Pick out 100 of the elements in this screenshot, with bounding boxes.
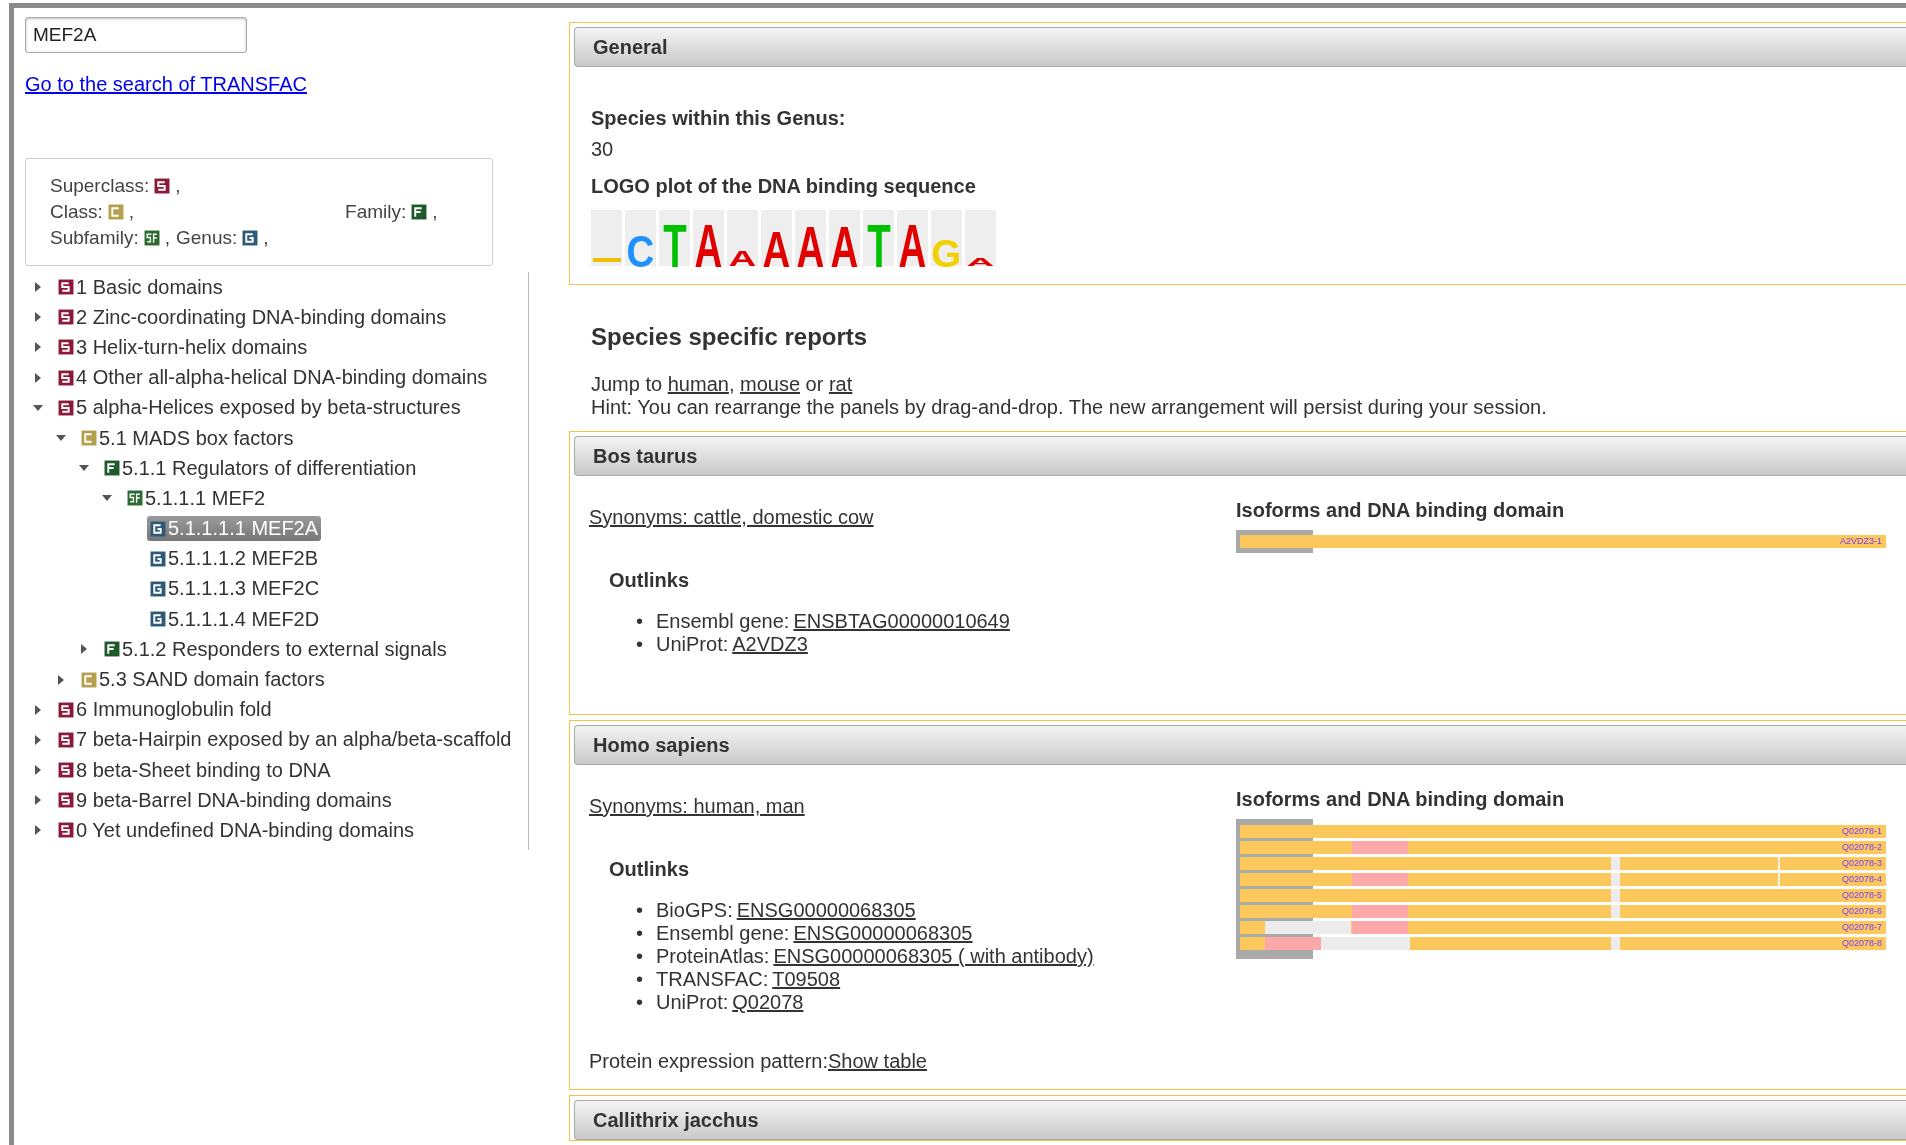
bullet: •	[636, 610, 644, 633]
legend-separator: ,	[128, 200, 135, 224]
genus-icon	[150, 550, 166, 567]
bullet: •	[636, 991, 644, 1014]
expand-toggle-icon[interactable]	[79, 644, 89, 655]
expand-toggle-icon[interactable]	[33, 765, 43, 776]
legend-separator: ,	[263, 226, 269, 250]
species-link[interactable]: rat	[828, 373, 853, 395]
hint-text: Hint: You can rearrange the panels by drag-and-drop. The new arrangement will persist during your session.	[591, 396, 1548, 419]
superclass-icon	[58, 731, 74, 748]
expand-toggle-icon[interactable]	[33, 372, 43, 383]
transfac-search-link[interactable]: Go to the search of TRANSFAC	[25, 73, 307, 96]
synonyms-link[interactable]: Synonyms: cattle, domestic cow	[589, 506, 874, 528]
gap-segment	[1610, 937, 1621, 950]
legend-label: Genus:	[176, 226, 238, 250]
expand-toggle-icon[interactable]	[33, 795, 43, 806]
isoforms-title: Isoforms and DNA binding domain	[1236, 499, 1566, 522]
domain-segment	[1351, 921, 1408, 934]
tree-item[interactable]: 1 Basic domains	[55, 274, 226, 300]
superclass-icon	[58, 309, 74, 326]
gap-segment	[1610, 857, 1621, 870]
class-icon	[107, 204, 124, 220]
genus-icon	[242, 230, 259, 246]
bullet: •	[636, 945, 644, 968]
tree-item[interactable]: 5.1.1.1.4 MEF2D	[147, 606, 323, 632]
species-count-label: Species within this Genus:	[591, 107, 847, 130]
genus-icon	[150, 580, 166, 597]
isoform-label: Q02078-1	[1841, 825, 1882, 838]
panel-header[interactable]: Callithrix jacchus	[574, 1100, 1906, 1140]
tree-item[interactable]: 5 alpha-Helices exposed by beta-structures	[55, 395, 464, 421]
expand-toggle-icon[interactable]	[33, 342, 43, 353]
logo-title: LOGO plot of the DNA binding sequence	[591, 175, 977, 198]
outlink-link[interactable]: ENSG00000068305	[736, 899, 916, 922]
family-icon	[411, 204, 428, 220]
panel-header[interactable]: Homo sapiens	[574, 725, 1906, 765]
species-link[interactable]: mouse	[740, 373, 801, 395]
legend-label: Subfamily:	[50, 226, 139, 250]
outlink-label: Ensembl gene:	[656, 922, 790, 945]
expand-toggle-icon[interactable]	[33, 402, 43, 413]
outlink-link[interactable]: Q02078	[732, 991, 804, 1014]
outlink-link[interactable]: ENSG00000068305 ( with antibody)	[773, 945, 1094, 968]
expand-toggle-icon[interactable]	[33, 734, 43, 745]
tree-item[interactable]: 6 Immunoglobulin fold	[55, 697, 275, 723]
superclass-icon	[58, 822, 74, 839]
expand-toggle-icon[interactable]	[33, 312, 43, 323]
outlink-label: Ensembl gene:	[656, 610, 790, 633]
outlink-link[interactable]: A2VDZ3	[732, 633, 808, 656]
tree-item[interactable]: 5.1.1.1.3 MEF2C	[147, 576, 323, 602]
tree-item[interactable]: 5.3 SAND domain factors	[78, 667, 328, 693]
tree-item[interactable]: 5.1.1.1.2 MEF2B	[147, 546, 322, 572]
tree-item[interactable]: 4 Other all-alpha-helical DNA-binding domains	[55, 365, 491, 391]
tree-item[interactable]: 7 beta-Hairpin exposed by an alpha/beta-scaffold	[55, 727, 515, 753]
outlink-label: UniProt:	[656, 991, 729, 1014]
superclass-icon	[58, 701, 74, 718]
isoform-label: Q02078-3	[1841, 857, 1882, 870]
tree-item[interactable]: 5.1.1 Regulators of differentiation	[101, 455, 420, 481]
synonyms-link[interactable]: Synonyms: human, man	[589, 795, 805, 817]
class-icon	[81, 671, 97, 688]
family-icon	[104, 460, 120, 477]
outlink-link[interactable]: ENSG00000068305	[793, 922, 973, 945]
domain-segment	[1264, 937, 1321, 950]
expand-toggle-icon[interactable]	[33, 704, 43, 715]
tree-item[interactable]: 9 beta-Barrel DNA-binding domains	[55, 787, 395, 813]
panel-header[interactable]: Bos taurus	[574, 436, 1906, 476]
legend-label: Family:	[345, 200, 407, 224]
jump-label: Jump to	[591, 373, 664, 395]
superclass-icon	[58, 399, 74, 416]
search-field[interactable]: MEF2A	[25, 17, 247, 53]
tree-item[interactable]: 5.1.1.1 MEF2	[124, 485, 269, 511]
subfamily-icon	[143, 230, 160, 246]
superclass-icon	[58, 369, 74, 386]
tree-item[interactable]: 3 Helix-turn-helix domains	[55, 334, 311, 360]
tree-item[interactable]: 5.1.1.1.1 MEF2A	[147, 516, 322, 542]
isoform-label: Q02078-6	[1841, 905, 1882, 918]
superclass-icon	[58, 279, 74, 296]
panel-header[interactable]: General	[574, 27, 1906, 67]
species-link[interactable]: human	[667, 373, 729, 395]
legend-separator: ,	[164, 226, 170, 250]
superclass-icon	[58, 792, 74, 809]
isoform-label: Q02078-2	[1841, 841, 1882, 854]
genus-icon	[150, 520, 166, 537]
expression-label: Protein expression pattern:	[589, 1050, 829, 1072]
tree-item[interactable]: 8 beta-Sheet binding to DNA	[55, 757, 334, 783]
outlink-link[interactable]: ENSBTAG00000010649	[793, 610, 1010, 633]
expand-toggle-icon[interactable]	[33, 282, 43, 293]
legend-separator: ,	[432, 200, 438, 224]
tree-item[interactable]: 0 Yet undefined DNA-binding domains	[55, 817, 418, 843]
outlink-link[interactable]: T09508	[772, 968, 841, 991]
superclass-icon	[154, 178, 171, 194]
legend-separator: ,	[175, 174, 181, 198]
outlinks-title: Outlinks	[609, 569, 690, 592]
legend-label: Class:	[50, 200, 103, 224]
jump-separator: ,	[728, 373, 736, 395]
expand-toggle-icon[interactable]	[56, 674, 66, 685]
show-table-link[interactable]: Show table	[828, 1050, 927, 1072]
expand-toggle-icon[interactable]	[33, 825, 43, 836]
tree-item[interactable]: 2 Zinc-coordinating DNA-binding domains	[55, 304, 450, 330]
tree-item[interactable]: 5.1 MADS box factors	[78, 425, 297, 451]
tree-item[interactable]: 5.1.2 Responders to external signals	[101, 636, 450, 662]
family-icon	[104, 641, 120, 658]
